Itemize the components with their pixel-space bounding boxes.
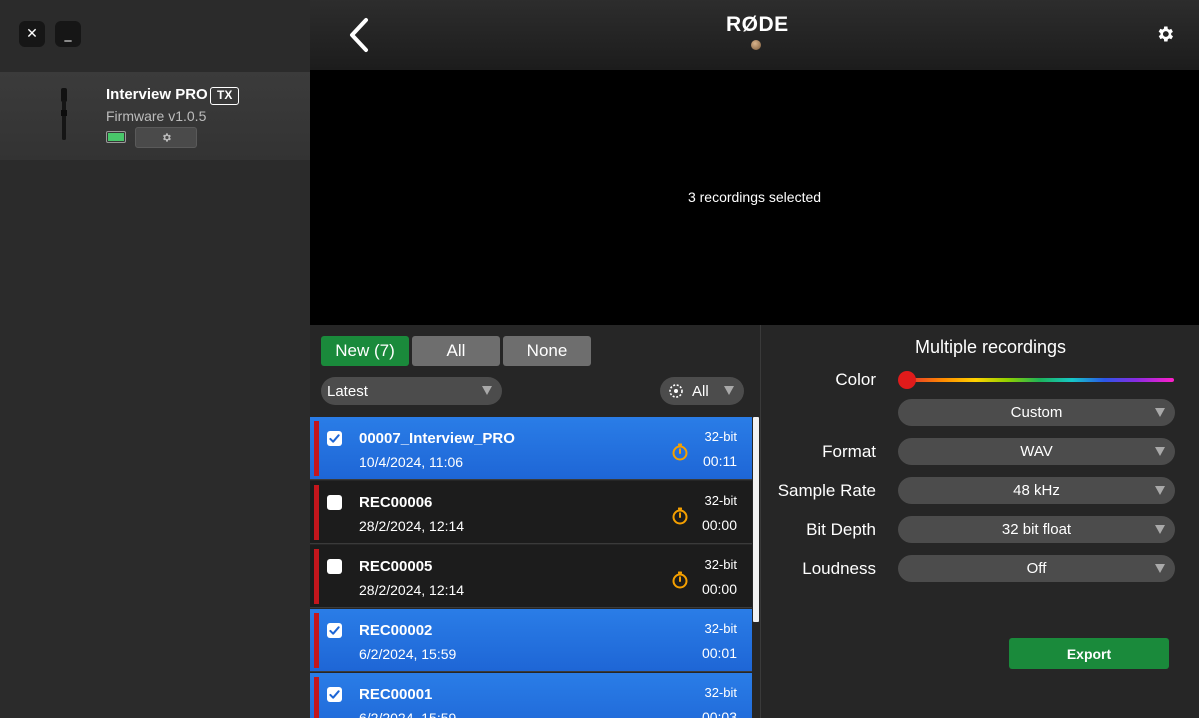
sidebar: ✕ _ Interview PRO TX Firmware v1.0.5: [0, 0, 310, 718]
device-card[interactable]: Interview PRO TX Firmware v1.0.5: [0, 72, 310, 160]
sample-rate-label: Sample Rate: [777, 481, 876, 500]
chevron-down-icon: [1155, 408, 1165, 417]
recording-name: REC00002: [359, 622, 433, 639]
format-label: Format: [822, 442, 876, 461]
device-name: Interview PRO: [106, 86, 208, 103]
color-value: Custom: [1010, 404, 1063, 421]
device-settings-button[interactable]: [135, 127, 197, 148]
type-filter-dropdown[interactable]: All: [660, 377, 744, 405]
microphone-icon: [61, 88, 67, 140]
settings-button[interactable]: [1155, 24, 1175, 44]
recording-bit-depth: 32-bit: [704, 557, 737, 572]
rode-logo: RØDE: [726, 13, 789, 36]
bit-depth-label: Bit Depth: [806, 520, 876, 539]
scrollbar[interactable]: [753, 417, 759, 622]
export-button[interactable]: Export: [1009, 638, 1169, 669]
recording-duration: 00:00: [701, 517, 737, 533]
recording-checkbox[interactable]: [327, 623, 342, 638]
recording-row[interactable]: REC00001 6/2/2024, 15:59 32-bit 00:03: [310, 673, 752, 718]
recording-name: REC00005: [359, 558, 433, 575]
recording-name: REC00006: [359, 494, 433, 511]
firmware-version: Firmware v1.0.5: [106, 108, 207, 124]
dial-icon: [669, 384, 683, 398]
recording-duration: 00:01: [701, 645, 737, 661]
recording-duration: 00:03: [701, 709, 737, 718]
close-window-button[interactable]: ✕: [19, 21, 45, 47]
loudness-dropdown[interactable]: Off: [898, 555, 1175, 582]
sample-rate-value: 48 kHz: [1013, 482, 1060, 499]
timer-icon: [672, 443, 688, 461]
sample-rate-dropdown[interactable]: 48 kHz: [898, 477, 1175, 504]
filter-all-button[interactable]: All: [412, 336, 500, 366]
chevron-down-icon: [1155, 564, 1165, 573]
recording-row[interactable]: REC00006 28/2/2024, 12:14 32-bit 00:00: [310, 481, 752, 544]
recording-date: 10/4/2024, 11:06: [359, 454, 464, 470]
type-filter-value: All: [692, 382, 709, 400]
color-dropdown[interactable]: Custom: [898, 399, 1175, 426]
export-settings-panel: Multiple recordings Color Custom Format …: [760, 325, 1199, 718]
loudness-value: Off: [1026, 560, 1047, 577]
recording-bit-depth: 32-bit: [704, 685, 737, 700]
bit-depth-value: 32 bit float: [1001, 521, 1072, 538]
chevron-down-icon: [1155, 447, 1165, 456]
recording-row[interactable]: REC00002 6/2/2024, 15:59 32-bit 00:01: [310, 609, 752, 672]
back-button[interactable]: [346, 16, 374, 54]
recording-checkbox[interactable]: [327, 559, 342, 574]
timer-icon: [672, 571, 688, 589]
chevron-down-icon: [482, 386, 492, 395]
recordings-list: 00007_Interview_PRO 10/4/2024, 11:06 32-bi…: [310, 417, 752, 718]
chevron-down-icon: [724, 386, 734, 395]
recording-checkbox[interactable]: [327, 495, 342, 510]
recording-duration: 00:00: [701, 581, 737, 597]
color-thumb[interactable]: [898, 371, 916, 389]
color-track[interactable]: [906, 378, 1174, 382]
recording-color-tag: [314, 549, 319, 604]
settings-title: Multiple recordings: [914, 337, 1067, 357]
recording-color-tag: [314, 677, 319, 718]
recording-name: 00007_Interview_PRO: [359, 430, 515, 447]
recording-date: 28/2/2024, 12:14: [359, 518, 465, 534]
recording-color-tag: [314, 485, 319, 540]
recording-duration: 00:11: [703, 453, 737, 469]
recording-checkbox[interactable]: [327, 687, 342, 702]
minimize-window-button[interactable]: _: [55, 21, 81, 47]
recording-bit-depth: 32-bit: [704, 621, 737, 636]
recording-name: REC00001: [359, 686, 433, 703]
recording-row[interactable]: REC00005 28/2/2024, 12:14 32-bit 00:00: [310, 545, 752, 608]
filter-new-button[interactable]: New (7): [321, 336, 409, 366]
recording-row[interactable]: 00007_Interview_PRO 10/4/2024, 11:06 32-bi…: [310, 417, 752, 480]
checkmark-icon: [329, 434, 340, 443]
filter-none-button[interactable]: None: [503, 336, 591, 366]
logo-dot: [751, 40, 761, 50]
gear-icon: [162, 133, 171, 142]
timer-icon: [672, 507, 688, 525]
recording-color-tag: [314, 421, 319, 476]
tx-badge: TX: [210, 87, 240, 105]
color-label: Color: [835, 370, 876, 389]
chevron-down-icon: [1155, 525, 1165, 534]
recording-date: 6/2/2024, 15:59: [359, 646, 457, 662]
loudness-label: Loudness: [802, 559, 876, 578]
app-window: ✕ _ Interview PRO TX Firmware v1.0.5 RØD…: [0, 0, 1199, 718]
battery-icon: [106, 131, 126, 143]
waveform-preview: 3 recordings selected: [310, 70, 1199, 325]
recording-checkbox[interactable]: [327, 431, 342, 446]
top-bar: RØDE: [310, 0, 1199, 70]
recording-date: 28/2/2024, 12:14: [359, 582, 465, 598]
recording-date: 6/2/2024, 15:59: [359, 710, 457, 718]
recordings-panel: New (7) All None Latest All 00007_Interv…: [310, 325, 760, 718]
recording-bit-depth: 32-bit: [704, 429, 737, 444]
sort-value: Latest: [327, 382, 368, 400]
recording-bit-depth: 32-bit: [704, 493, 737, 508]
recording-color-tag: [314, 613, 319, 668]
color-slider[interactable]: [898, 370, 1174, 390]
chevron-down-icon: [1155, 486, 1165, 495]
sort-dropdown[interactable]: Latest: [321, 377, 502, 405]
bit-depth-dropdown[interactable]: 32 bit float: [898, 516, 1175, 543]
format-dropdown[interactable]: WAV: [898, 438, 1175, 465]
checkmark-icon: [329, 626, 340, 635]
selection-status: 3 recordings selected: [687, 189, 822, 205]
checkmark-icon: [329, 690, 340, 699]
format-value: WAV: [1020, 443, 1053, 460]
